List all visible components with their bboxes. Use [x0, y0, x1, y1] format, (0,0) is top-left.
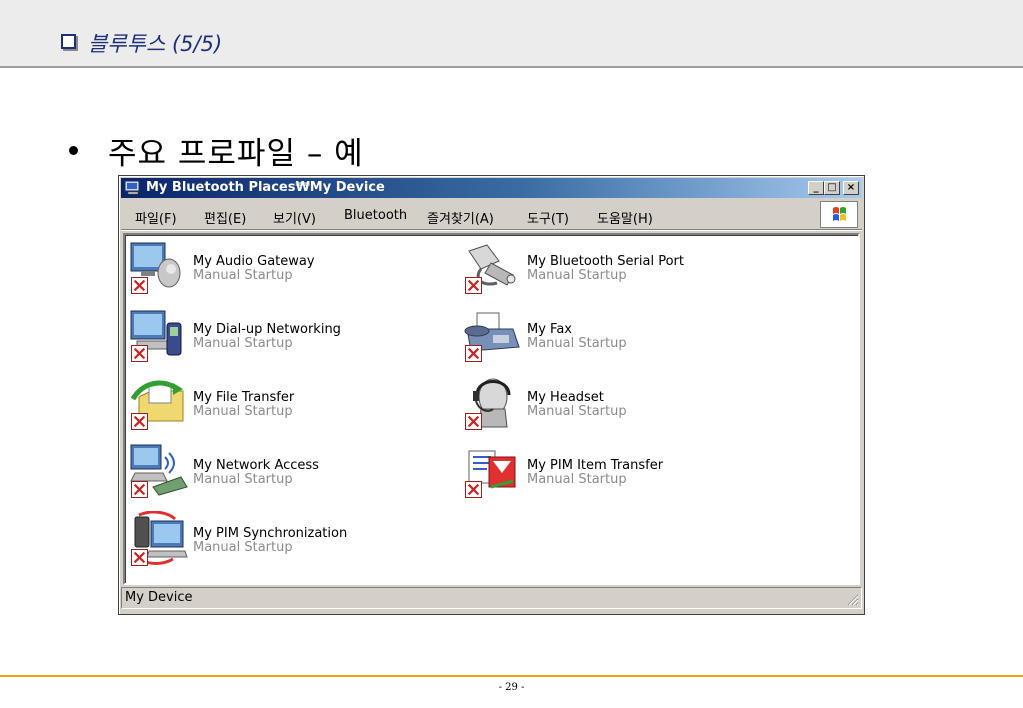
status-text: My Device: [125, 590, 193, 605]
device-status: Manual Startup: [527, 404, 627, 419]
device-name: My Bluetooth Serial Port: [527, 254, 684, 269]
device-network-access[interactable]: My Network Access Manual Startup: [127, 441, 457, 499]
menu-help[interactable]: 도움말(H): [597, 208, 653, 227]
square-bullet-icon: [61, 34, 76, 49]
window-titlebar[interactable]: My Bluetooth Places₩My Device _ □ ×: [121, 178, 862, 198]
disconnected-x-icon: [465, 277, 482, 294]
bullet-dot-icon: [69, 146, 78, 155]
device-list: My Audio Gateway Manual Startup My Bluet…: [123, 233, 860, 585]
device-name: My Audio Gateway: [193, 254, 315, 269]
disconnected-x-icon: [131, 277, 148, 294]
device-status: Manual Startup: [193, 404, 293, 419]
device-pim-item-transfer[interactable]: My PIM Item Transfer Manual Startup: [461, 441, 791, 499]
disconnected-x-icon: [131, 481, 148, 498]
resize-grip-icon[interactable]: [845, 592, 859, 606]
menu-edit[interactable]: 편집(E): [204, 208, 246, 227]
device-status: Manual Startup: [193, 472, 293, 487]
device-status: Manual Startup: [527, 472, 627, 487]
menu-bluetooth[interactable]: Bluetooth: [344, 208, 407, 223]
minimize-button[interactable]: _: [808, 181, 824, 195]
disconnected-x-icon: [131, 345, 148, 362]
device-status: Manual Startup: [527, 268, 627, 283]
windows-logo-icon: [820, 201, 858, 228]
window-title: My Bluetooth Places₩My Device: [146, 180, 385, 195]
footer-divider: [0, 675, 1023, 677]
device-name: My PIM Item Transfer: [527, 458, 664, 473]
menu-view[interactable]: 보기(V): [273, 208, 316, 227]
device-name: My PIM Synchronization: [193, 526, 348, 541]
explorer-window: My Bluetooth Places₩My Device _ □ × 파일(F…: [118, 175, 865, 615]
device-file-transfer[interactable]: My File Transfer Manual Startup: [127, 373, 457, 431]
close-button[interactable]: ×: [843, 181, 859, 195]
device-fax[interactable]: My Fax Manual Startup: [461, 305, 791, 363]
device-headset[interactable]: My Headset Manual Startup: [461, 373, 791, 431]
status-bar: My Device: [121, 587, 862, 609]
disconnected-x-icon: [465, 345, 482, 362]
device-name: My File Transfer: [193, 390, 295, 405]
device-name: My Fax: [527, 322, 572, 337]
disconnected-x-icon: [465, 413, 482, 430]
bluetooth-places-icon: [124, 180, 140, 195]
page-number: - 29 -: [498, 682, 525, 693]
device-name: My Network Access: [193, 458, 319, 473]
menu-bar: 파일(F) 편집(E) 보기(V) Bluetooth 즐겨찾기(A) 도구(T…: [121, 200, 862, 230]
device-status: Manual Startup: [193, 268, 293, 283]
device-serial-port[interactable]: My Bluetooth Serial Port Manual Startup: [461, 237, 791, 295]
device-status: Manual Startup: [193, 336, 293, 351]
maximize-button[interactable]: □: [824, 181, 840, 195]
device-name: My Headset: [527, 390, 604, 405]
menu-favorites[interactable]: 즐겨찾기(A): [427, 208, 494, 227]
disconnected-x-icon: [131, 549, 148, 566]
disconnected-x-icon: [131, 413, 148, 430]
device-status: Manual Startup: [193, 540, 293, 555]
menu-tools[interactable]: 도구(T): [527, 208, 569, 227]
device-status: Manual Startup: [527, 336, 627, 351]
device-dialup-networking[interactable]: My Dial-up Networking Manual Startup: [127, 305, 457, 363]
device-name: My Dial-up Networking: [193, 322, 341, 337]
disconnected-x-icon: [465, 481, 482, 498]
device-pim-sync[interactable]: My PIM Synchronization Manual Startup: [127, 509, 457, 567]
device-audio-gateway[interactable]: My Audio Gateway Manual Startup: [127, 237, 457, 295]
slide-header: 블루투스 (5/5): [0, 0, 1023, 68]
menu-file[interactable]: 파일(F): [135, 208, 177, 227]
slide-title: 블루투스 (5/5): [88, 32, 223, 56]
bullet-heading: 주요 프로파일 – 예: [108, 136, 364, 172]
